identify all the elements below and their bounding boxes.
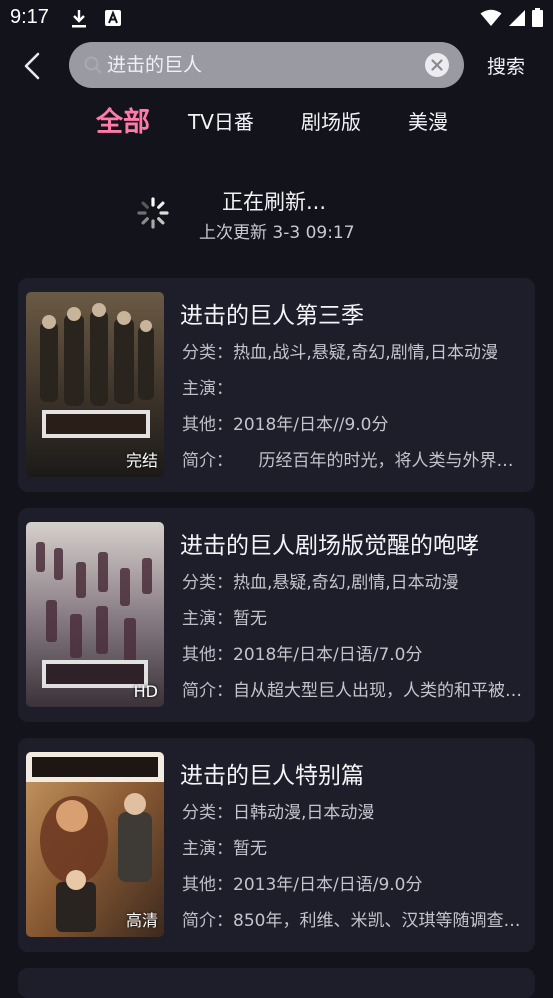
intro-row: 简介： 历经百年的时光，将人类与外界隔绝 — [182, 451, 526, 471]
refresh-indicator: 正在刷新... 上次更新 3-3 09:17 — [136, 186, 436, 246]
cellular-signal-icon — [509, 9, 525, 26]
battery-icon — [532, 8, 543, 27]
status-bar: 9:17 — [0, 0, 553, 36]
other-info-row: 其他：2018年/日本/日语/7.0分 — [182, 645, 423, 665]
search-bar[interactable] — [69, 42, 464, 88]
intro-row: 简介：850年，利维、米凯、汉琪等随调查兵团 — [182, 911, 526, 931]
poster-image: 完结 — [26, 292, 164, 477]
quality-badge: 完结 — [125, 451, 158, 470]
category-row: 分类：日韩动漫,日本动漫 — [182, 803, 375, 823]
other-info-row: 其他：2013年/日本/日语/9.0分 — [182, 875, 423, 895]
loading-spinner-icon — [137, 197, 169, 229]
search-icon — [84, 56, 102, 74]
clear-search-button[interactable] — [425, 53, 449, 77]
tab-us-comics[interactable]: 美漫 — [408, 106, 448, 135]
result-title: 进击的巨人第三季 — [180, 303, 364, 329]
cast-row: 主演：暂无 — [182, 839, 267, 859]
intro-row: 简介：自从超大型巨人出现，人类的和平被打破 — [182, 681, 526, 701]
category-tabs: 全部 TV日番 剧场版 美漫 — [0, 100, 553, 140]
download-icon — [72, 10, 86, 28]
tab-movie[interactable]: 剧场版 — [301, 106, 361, 135]
back-icon[interactable] — [18, 50, 48, 82]
quality-badge: HD — [133, 682, 158, 701]
wifi-icon — [480, 9, 502, 26]
close-icon — [431, 59, 443, 71]
poster-image: HD — [26, 522, 164, 707]
result-title: 进击的巨人特别篇 — [180, 763, 364, 789]
result-title: 进击的巨人剧场版觉醒的咆哮 — [180, 533, 479, 559]
app-notification-icon — [105, 10, 121, 26]
cast-row: 主演：暂无 — [182, 609, 267, 629]
refresh-status: 正在刷新... — [222, 190, 327, 214]
search-button[interactable]: 搜索 — [487, 52, 525, 79]
category-row: 分类：热血,悬疑,奇幻,剧情,日本动漫 — [182, 573, 459, 593]
result-card[interactable]: 完结 进击的巨人第三季 分类：热血,战斗,悬疑,奇幻,剧情,日本动漫 主演： 其… — [18, 278, 535, 492]
status-time: 9:17 — [10, 6, 49, 28]
tab-all[interactable]: 全部 — [96, 100, 150, 139]
result-card-partial[interactable] — [18, 968, 535, 998]
last-updated: 上次更新 3-3 09:17 — [199, 223, 355, 243]
quality-badge: 高清 — [125, 911, 158, 930]
result-card[interactable]: 高清 进击的巨人特别篇 分类：日韩动漫,日本动漫 主演：暂无 其他：2013年/… — [18, 738, 535, 952]
other-info-row: 其他：2018年/日本//9.0分 — [182, 415, 389, 435]
category-row: 分类：热血,战斗,悬疑,奇幻,剧情,日本动漫 — [182, 343, 499, 363]
tab-tv-anime[interactable]: TV日番 — [188, 106, 254, 135]
cast-row: 主演： — [182, 379, 233, 399]
search-input[interactable] — [107, 42, 417, 88]
result-card[interactable]: HD 进击的巨人剧场版觉醒的咆哮 分类：热血,悬疑,奇幻,剧情,日本动漫 主演：… — [18, 508, 535, 722]
poster-image: 高清 — [26, 752, 164, 937]
